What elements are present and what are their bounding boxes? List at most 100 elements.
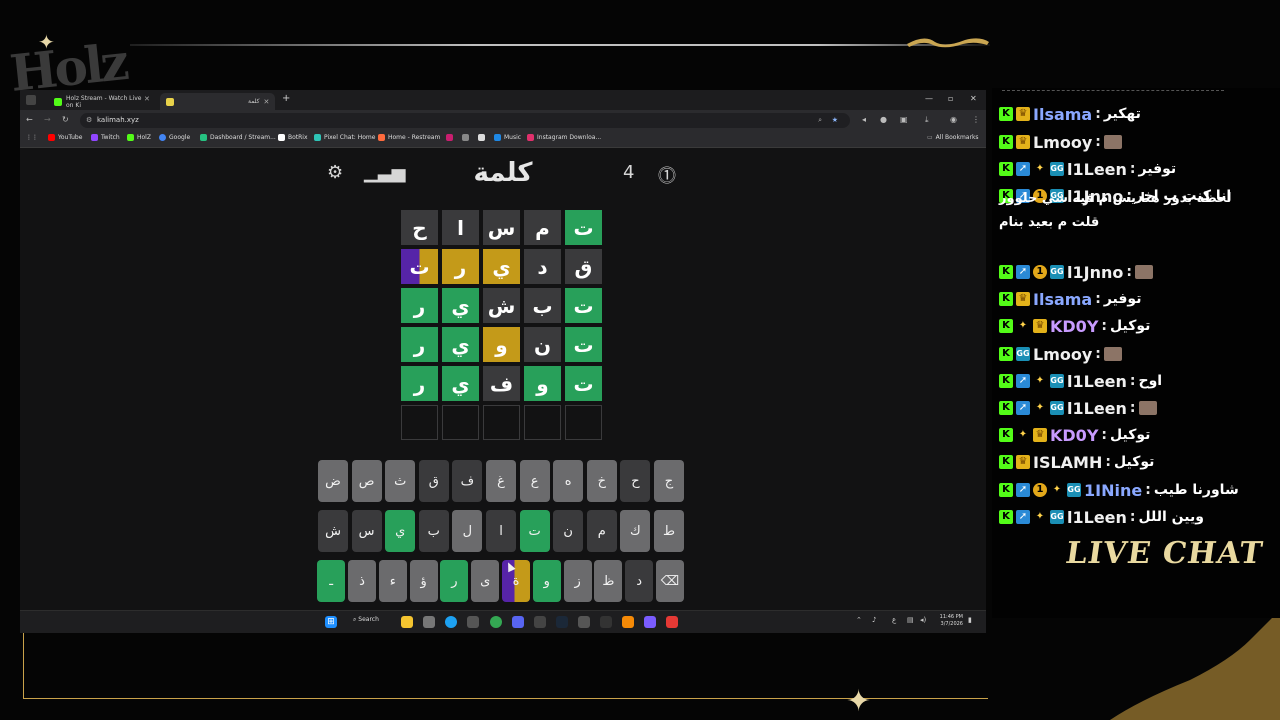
- keyboard-key[interactable]: ج: [654, 460, 684, 502]
- download-icon[interactable]: ⤓: [925, 115, 929, 125]
- app-icon[interactable]: [622, 616, 634, 628]
- bookmark-dashboard[interactable]: Dashboard / Stream...: [200, 134, 276, 141]
- keyboard-key[interactable]: ف: [452, 460, 483, 502]
- app-icon[interactable]: [644, 616, 656, 628]
- mute-icon[interactable]: ◂: [862, 115, 866, 124]
- chat-username[interactable]: KD0Y: [1050, 317, 1098, 336]
- app-icon[interactable]: [467, 616, 479, 628]
- keyboard-key[interactable]: ت: [519, 510, 550, 552]
- keyboard-key[interactable]: خ: [586, 460, 617, 502]
- back-button[interactable]: ←: [26, 115, 33, 124]
- chat-username[interactable]: l1Leen: [1067, 372, 1127, 391]
- keyboard-key[interactable]: د: [625, 560, 654, 602]
- bookmark-extra-3[interactable]: [478, 134, 485, 141]
- keyboard-key[interactable]: ل: [452, 510, 483, 552]
- keyboard-key[interactable]: ك: [620, 510, 651, 552]
- maximize-button[interactable]: ▫: [948, 94, 953, 103]
- bookmark-extra-1[interactable]: [446, 134, 453, 141]
- keyboard-key[interactable]: و: [532, 560, 561, 602]
- browser-menu-icon[interactable]: [26, 95, 36, 105]
- bookmark-music[interactable]: Music: [494, 134, 521, 141]
- chat-username[interactable]: Ilsama: [1033, 105, 1092, 124]
- keyboard-key[interactable]: م: [586, 510, 617, 552]
- new-tab-button[interactable]: +: [282, 93, 290, 104]
- store-icon[interactable]: [423, 616, 435, 628]
- notification-icon[interactable]: ▮: [968, 616, 972, 624]
- keyboard-key[interactable]: ظ: [594, 560, 623, 602]
- keyboard-key[interactable]: ح: [620, 460, 651, 502]
- bookmark-twitch[interactable]: Twitch: [91, 134, 120, 141]
- minimize-button[interactable]: —: [925, 94, 933, 103]
- keyboard-key[interactable]: ض: [318, 460, 348, 502]
- chat-username[interactable]: Ilsama: [1033, 290, 1092, 309]
- keyboard-key[interactable]: ر: [440, 560, 469, 602]
- steam-icon[interactable]: [556, 616, 568, 628]
- tab-holz-stream[interactable]: Holz Stream - Watch Live on Ki: [48, 93, 154, 110]
- chat-username[interactable]: ISLAMH: [1033, 453, 1102, 472]
- keyboard-key[interactable]: ي: [385, 510, 416, 552]
- bookmark-google[interactable]: Google: [159, 134, 190, 141]
- keyboard-key[interactable]: ذ: [348, 560, 376, 602]
- bookmark-botrix[interactable]: BotRix: [278, 134, 308, 141]
- bookmark-holz[interactable]: HolZ: [127, 134, 151, 141]
- bookmark-instagram[interactable]: Instagram Downloa...: [527, 134, 601, 141]
- bookmark-pixel-chat[interactable]: Pixel Chat: Home: [314, 134, 375, 141]
- settings-gear-icon[interactable]: ⚙: [327, 162, 343, 183]
- keyboard-key[interactable]: ق: [418, 460, 449, 502]
- obs-icon[interactable]: [534, 616, 546, 628]
- network-icon[interactable]: ▤: [907, 616, 914, 624]
- chat-username[interactable]: Lmooy: [1033, 133, 1092, 152]
- chat-username[interactable]: l1Leen: [1067, 399, 1127, 418]
- tab-kalimah[interactable]: كلمة ✕: [160, 93, 275, 110]
- keyboard-key[interactable]: ث: [385, 460, 416, 502]
- stats-chart-icon[interactable]: ▁▃▅: [364, 162, 406, 183]
- address-bar[interactable]: ⚙ kalimah.xyz ⌕ ★: [80, 113, 850, 128]
- taskbar-search[interactable]: ⌕ Search: [353, 616, 379, 624]
- chrome-icon[interactable]: [490, 616, 502, 628]
- keyboard-key[interactable]: ز: [563, 560, 592, 602]
- chat-username[interactable]: 1INine: [1084, 481, 1142, 500]
- chat-username[interactable]: Lmooy: [1033, 345, 1092, 364]
- close-window-button[interactable]: ✕: [970, 94, 977, 103]
- chat-username[interactable]: l1Leen: [1067, 508, 1127, 527]
- reload-button[interactable]: ↻: [62, 115, 69, 124]
- edge-icon[interactable]: [445, 616, 457, 628]
- profile-avatar[interactable]: ◉: [950, 115, 957, 124]
- extensions-puzzle-icon[interactable]: ▣: [900, 115, 908, 124]
- bookmark-youtube[interactable]: YouTube: [48, 134, 82, 141]
- chat-username[interactable]: l1Jnno: [1067, 263, 1123, 282]
- bookmark-star-icon[interactable]: ★: [832, 113, 838, 128]
- taskbar-clock[interactable]: 11:46 PM 3/7/2026: [935, 614, 963, 628]
- keyboard-key[interactable]: ط: [654, 510, 684, 552]
- keyboard-key[interactable]: ا: [486, 510, 516, 552]
- keyboard-key[interactable]: ؤ: [409, 560, 438, 602]
- backspace-key[interactable]: ⌫: [656, 560, 684, 602]
- keyboard-key[interactable]: ن: [553, 510, 584, 552]
- keyboard-key[interactable]: ع: [519, 460, 550, 502]
- chat-username[interactable]: l1Leen: [1067, 160, 1127, 179]
- keyboard-key[interactable]: س: [351, 510, 382, 552]
- bookmark-extra-2[interactable]: [462, 134, 469, 141]
- keyboard-key[interactable]: ص: [351, 460, 382, 502]
- bookmark-restream[interactable]: Home - Restream: [378, 134, 440, 141]
- forward-button[interactable]: →: [44, 115, 51, 124]
- chat-username[interactable]: KD0Y: [1050, 426, 1098, 445]
- language-indicator[interactable]: ع: [892, 616, 896, 624]
- keyboard-key[interactable]: ى: [471, 560, 500, 602]
- close-tab-icon[interactable]: ✕: [144, 95, 150, 103]
- file-explorer-icon[interactable]: [401, 616, 413, 628]
- keyboard-key[interactable]: غ: [486, 460, 516, 502]
- keyboard-key[interactable]: ب: [418, 510, 449, 552]
- app-icon[interactable]: [600, 616, 612, 628]
- volume-icon[interactable]: ◂): [920, 616, 926, 624]
- apps-grid-icon[interactable]: ⋮⋮: [26, 134, 38, 141]
- keyboard-key[interactable]: ـ: [317, 560, 346, 602]
- windows-start-icon[interactable]: ⊞: [325, 616, 337, 628]
- help-icon[interactable]: ⓵: [658, 162, 676, 188]
- keyboard-key[interactable]: ش: [318, 510, 348, 552]
- zoom-icon[interactable]: ⌕: [818, 113, 822, 128]
- more-menu-icon[interactable]: ⋮: [972, 115, 980, 124]
- mic-icon[interactable]: ♪: [872, 616, 876, 624]
- discord-icon[interactable]: [512, 616, 524, 628]
- close-tab-icon[interactable]: ✕: [264, 98, 270, 106]
